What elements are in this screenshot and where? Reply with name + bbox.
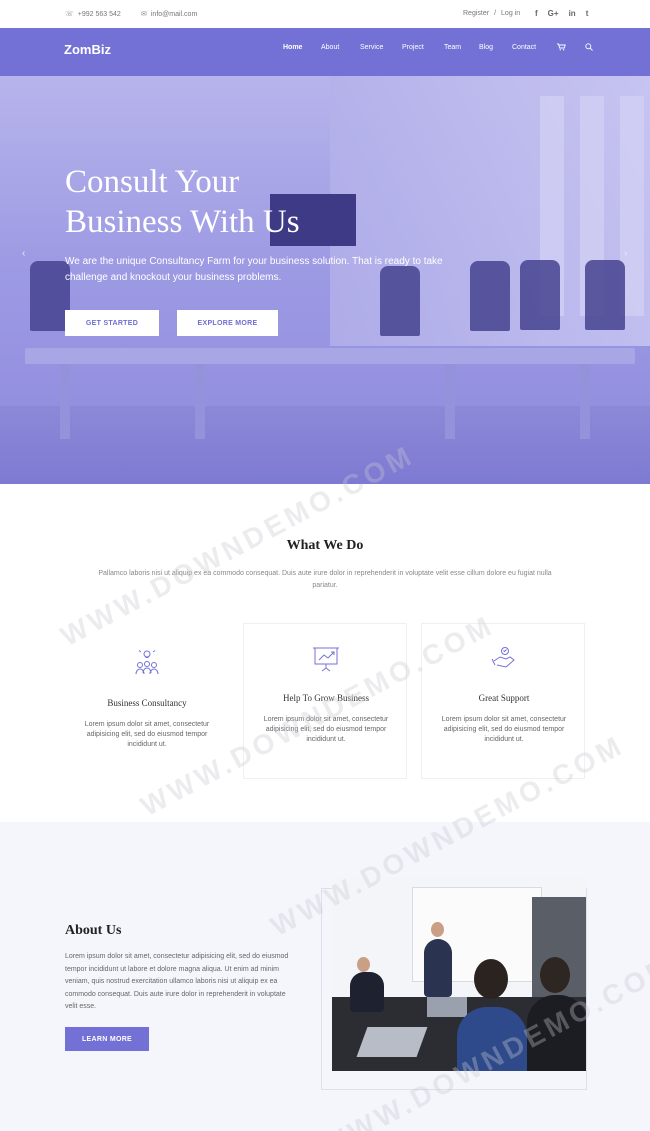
nav-about[interactable]: About — [321, 44, 360, 51]
slider-next-arrow[interactable]: › — [624, 248, 627, 259]
hero-chair — [585, 260, 625, 330]
auth-links: Register / Log in — [463, 10, 520, 17]
main-menu: Home About Service Project Team Blog Con… — [283, 44, 556, 51]
photo-attendee-head — [474, 959, 508, 999]
photo-presenter-head — [431, 922, 444, 937]
email-address[interactable]: info@mail.com — [151, 11, 197, 18]
about-photo — [332, 877, 586, 1071]
hero-title-line-1: Consult Your — [65, 164, 240, 200]
linkedin-icon[interactable]: in — [569, 9, 576, 18]
explore-more-button[interactable]: EXPLORE MORE — [177, 310, 278, 336]
service-card-title: Business Consultancy — [107, 698, 187, 708]
section-title: What We Do — [286, 538, 364, 553]
nav-blog[interactable]: Blog — [479, 44, 512, 51]
photo-person — [350, 972, 384, 1012]
photo-attendee — [457, 1007, 527, 1071]
hero-table-leg — [445, 364, 455, 439]
photo-laptop — [427, 997, 467, 1017]
photo-attendee-head — [540, 957, 570, 993]
phone-icon: ☏ — [65, 11, 74, 18]
nav-project[interactable]: Project — [402, 44, 444, 51]
hero-title-line-2: Business With Us — [65, 204, 300, 240]
phone-number: +992 563 542 — [77, 10, 121, 18]
service-card-text: Lorem ipsum dolor sit amet, consectetur … — [84, 721, 210, 748]
register-link[interactable]: Register — [463, 10, 489, 17]
service-card-text: Lorem ipsum dolor sit amet, consectetur … — [263, 716, 389, 743]
cart-icon[interactable] — [557, 43, 566, 53]
hero-chair — [470, 261, 510, 331]
search-icon[interactable] — [585, 43, 593, 53]
hero-floor — [0, 406, 650, 484]
hero-text: We are the unique Consultancy Farm for y… — [65, 256, 443, 283]
growth-chart-icon — [244, 644, 408, 679]
nav-home[interactable]: Home — [283, 44, 321, 51]
service-card-title: Great Support — [478, 693, 530, 703]
nav-contact[interactable]: Contact — [512, 44, 556, 51]
photo-attendee — [527, 995, 586, 1071]
photo-presenter — [424, 939, 452, 997]
mail-icon: ✉ — [141, 11, 147, 18]
learn-more-button[interactable]: LEARN MORE — [65, 1027, 149, 1051]
get-started-button[interactable]: GET STARTED — [65, 310, 159, 336]
section-lead: Pallamco laboris nisi ut aliquip ex ea c… — [98, 570, 552, 589]
slider-prev-arrow[interactable]: ‹ — [22, 248, 25, 259]
hero-banner: Consult Your Business With Us We are the… — [0, 76, 650, 484]
login-link[interactable]: Log in — [501, 10, 520, 17]
about-text: Lorem ipsum dolor sit amet, consectetur … — [65, 953, 289, 1010]
service-card-title: Help To Grow Business — [283, 693, 369, 703]
facebook-icon[interactable]: f — [535, 9, 538, 18]
support-hand-icon — [422, 644, 586, 679]
photo-laptop — [356, 1027, 428, 1057]
social-links: f G+ in t — [535, 9, 588, 18]
top-bar: ☏ +992 563 542 ✉ info@mail.com Register … — [0, 0, 650, 28]
service-card[interactable]: Great Support Lorem ipsum dolor sit amet… — [421, 623, 585, 779]
what-we-do-section: What We Do Pallamco laboris nisi ut aliq… — [0, 484, 650, 822]
team-idea-icon — [65, 648, 229, 683]
hero-chair — [520, 260, 560, 330]
hero-table-leg — [60, 364, 70, 439]
service-card[interactable]: Help To Grow Business Lorem ipsum dolor … — [243, 623, 407, 779]
phone-contact: ☏ +992 563 542 — [65, 10, 121, 19]
nav-team[interactable]: Team — [444, 44, 479, 51]
hero-title: Consult Your Business With Us — [65, 162, 365, 242]
hero-chair — [30, 261, 70, 331]
nav-service[interactable]: Service — [360, 44, 402, 51]
google-plus-icon[interactable]: G+ — [548, 9, 559, 18]
twitter-icon[interactable]: t — [586, 9, 589, 18]
hero-table-leg — [195, 364, 205, 439]
service-card[interactable]: Business Consultancy Lorem ipsum dolor s… — [65, 626, 229, 782]
service-card-text: Lorem ipsum dolor sit amet, consectetur … — [441, 716, 567, 743]
site-logo[interactable]: ZomBiz — [64, 42, 111, 57]
about-title: About Us — [65, 923, 122, 938]
hero-table — [25, 348, 635, 364]
auth-separator: / — [494, 10, 497, 17]
email-contact[interactable]: ✉ info@mail.com — [141, 10, 197, 19]
about-section: About Us Lorem ipsum dolor sit amet, con… — [0, 822, 650, 1131]
hero-table-leg — [580, 364, 590, 439]
main-navbar: ZomBiz Home About Service Project Team B… — [0, 28, 650, 76]
photo-person-head — [357, 957, 370, 972]
